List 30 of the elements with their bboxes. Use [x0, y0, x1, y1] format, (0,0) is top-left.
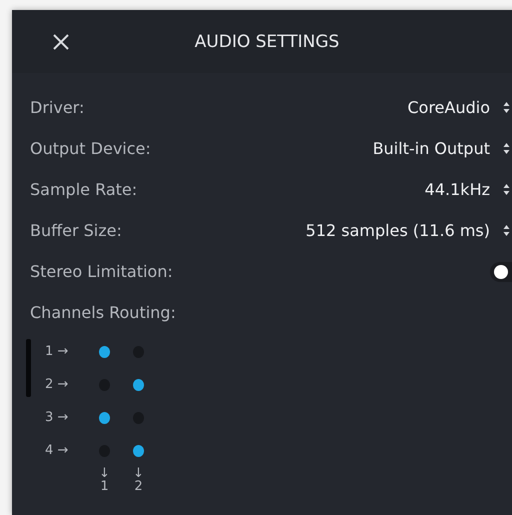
input-channel-label: 3 → [45, 410, 70, 425]
up-down-caret-icon [503, 183, 510, 196]
setting-label: Buffer Size: [30, 221, 122, 240]
up-down-caret-icon [503, 101, 510, 114]
output-channel-label: 2 [134, 480, 143, 493]
setting-dropdown[interactable]: CoreAudio [407, 98, 510, 117]
routing-dot[interactable] [133, 444, 144, 456]
scroll-bar[interactable] [26, 339, 31, 397]
setting-dropdown[interactable]: Built-in Output [372, 139, 510, 158]
setting-label: Output Device: [30, 139, 151, 158]
close-icon [52, 32, 70, 50]
down-arrow: ↓ [99, 467, 110, 480]
section-label: Channels Routing: [30, 303, 176, 322]
setting-label: Sample Rate: [30, 180, 138, 199]
down-arrow: ↓ [133, 467, 144, 480]
window-title: AUDIO SETTINGS [194, 32, 340, 52]
input-channel-label: 1 → [45, 344, 70, 359]
setting-dropdown[interactable]: 44.1kHz [424, 180, 510, 199]
setting-dropdown[interactable]: 512 samples (11.6 ms) [306, 221, 510, 240]
routing-dot[interactable] [99, 412, 110, 424]
setting-label: Driver: [30, 98, 84, 117]
up-down-caret-icon [503, 142, 510, 155]
setting-label: Stereo Limitation: [30, 262, 173, 281]
output-channel-label: 1 [100, 480, 109, 493]
close-button[interactable] [52, 32, 70, 50]
routing-dot[interactable] [99, 346, 110, 358]
routing-dot[interactable] [133, 378, 144, 390]
up-down-caret-icon [503, 224, 510, 237]
input-channel-label: 2 → [45, 377, 70, 392]
input-channel-label: 4 → [45, 443, 70, 458]
